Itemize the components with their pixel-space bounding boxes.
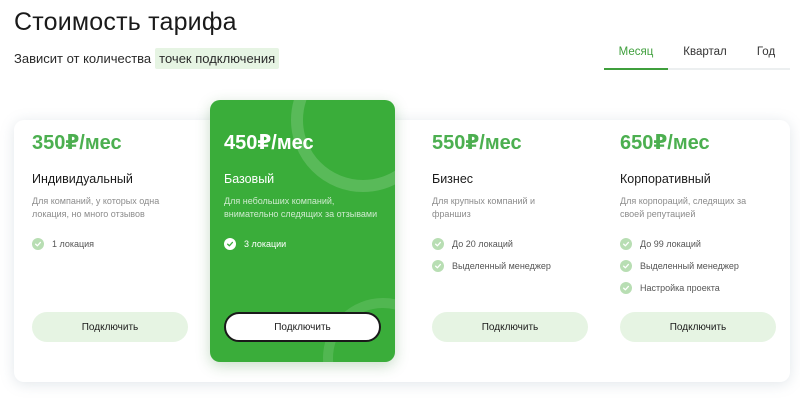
plan-description: Для небольших компаний, внимательно след…	[224, 196, 378, 219]
pricing-subtitle: Зависит от количества точек подключения	[14, 48, 280, 69]
tab-month[interactable]: Месяц	[604, 36, 668, 70]
subtitle-text: Зависит от количества	[14, 51, 152, 66]
feature-item: Настройка проекта	[620, 277, 739, 299]
check-icon	[432, 238, 444, 250]
plan-description: Для корпораций, следящих за своей репута…	[620, 196, 747, 219]
plan-price: 350₽/мес	[32, 132, 122, 154]
billing-period-tabs: Месяц Квартал Год	[604, 36, 790, 70]
plan-name: Индивидуальный	[32, 172, 133, 186]
feature-label: 3 локации	[244, 239, 287, 249]
plan-price: 650₽/мес	[620, 132, 710, 154]
feature-item: Выделенный менеджер	[432, 255, 551, 277]
plan-name: Корпоративный	[620, 172, 711, 186]
subtitle-highlight: точек подключения	[155, 48, 280, 69]
feature-item: Выделенный менеджер	[620, 255, 739, 277]
subscribe-button[interactable]: Подключить	[620, 312, 776, 342]
plan-features: 3 локации	[224, 233, 286, 255]
plan-name: Базовый	[224, 172, 275, 186]
check-icon	[620, 238, 632, 250]
feature-label: До 20 локаций	[452, 239, 513, 249]
feature-label: 1 локация	[52, 239, 95, 249]
plan-card-individual: 350₽/мес Индивидуальный Для компаний, у …	[14, 120, 210, 382]
feature-item: 3 локации	[224, 233, 286, 255]
feature-item: До 20 локаций	[432, 233, 551, 255]
feature-item: До 99 локаций	[620, 233, 739, 255]
plan-features: 1 локация	[32, 233, 94, 255]
feature-label: Настройка проекта	[640, 283, 720, 293]
subscribe-button[interactable]: Подключить	[32, 312, 188, 342]
check-icon	[224, 238, 236, 250]
page-title: Стоимость тарифа	[14, 8, 237, 36]
plan-description: Для крупных компаний и франшиз	[432, 196, 536, 219]
tab-year[interactable]: Год	[742, 36, 790, 68]
subscribe-button[interactable]: Подключить	[432, 312, 588, 342]
feature-label: Выделенный менеджер	[452, 261, 551, 271]
plan-card-corporate: 650₽/мес Корпоративный Для корпораций, с…	[602, 120, 790, 382]
plan-price: 550₽/мес	[432, 132, 522, 154]
feature-label: До 99 локаций	[640, 239, 701, 249]
feature-item: 1 локация	[32, 233, 94, 255]
plan-features: До 20 локаций Выделенный менеджер	[432, 233, 551, 277]
plan-features: До 99 локаций Выделенный менеджер Настро…	[620, 233, 739, 299]
check-icon	[432, 260, 444, 272]
plan-name: Бизнес	[432, 172, 474, 186]
plan-card-basic: 450₽/мес Базовый Для небольших компаний,…	[210, 100, 395, 362]
pricing-panel: 350₽/мес Индивидуальный Для компаний, у …	[14, 100, 790, 382]
check-icon	[32, 238, 44, 250]
check-icon	[620, 282, 632, 294]
check-icon	[620, 260, 632, 272]
plan-price: 450₽/мес	[224, 132, 314, 154]
tab-quarter[interactable]: Квартал	[668, 36, 742, 68]
feature-label: Выделенный менеджер	[640, 261, 739, 271]
plan-card-business: 550₽/мес Бизнес Для крупных компаний и ф…	[414, 120, 602, 382]
plan-description: Для компаний, у которых одна локация, но…	[32, 196, 160, 219]
subscribe-button[interactable]: Подключить	[224, 312, 381, 342]
